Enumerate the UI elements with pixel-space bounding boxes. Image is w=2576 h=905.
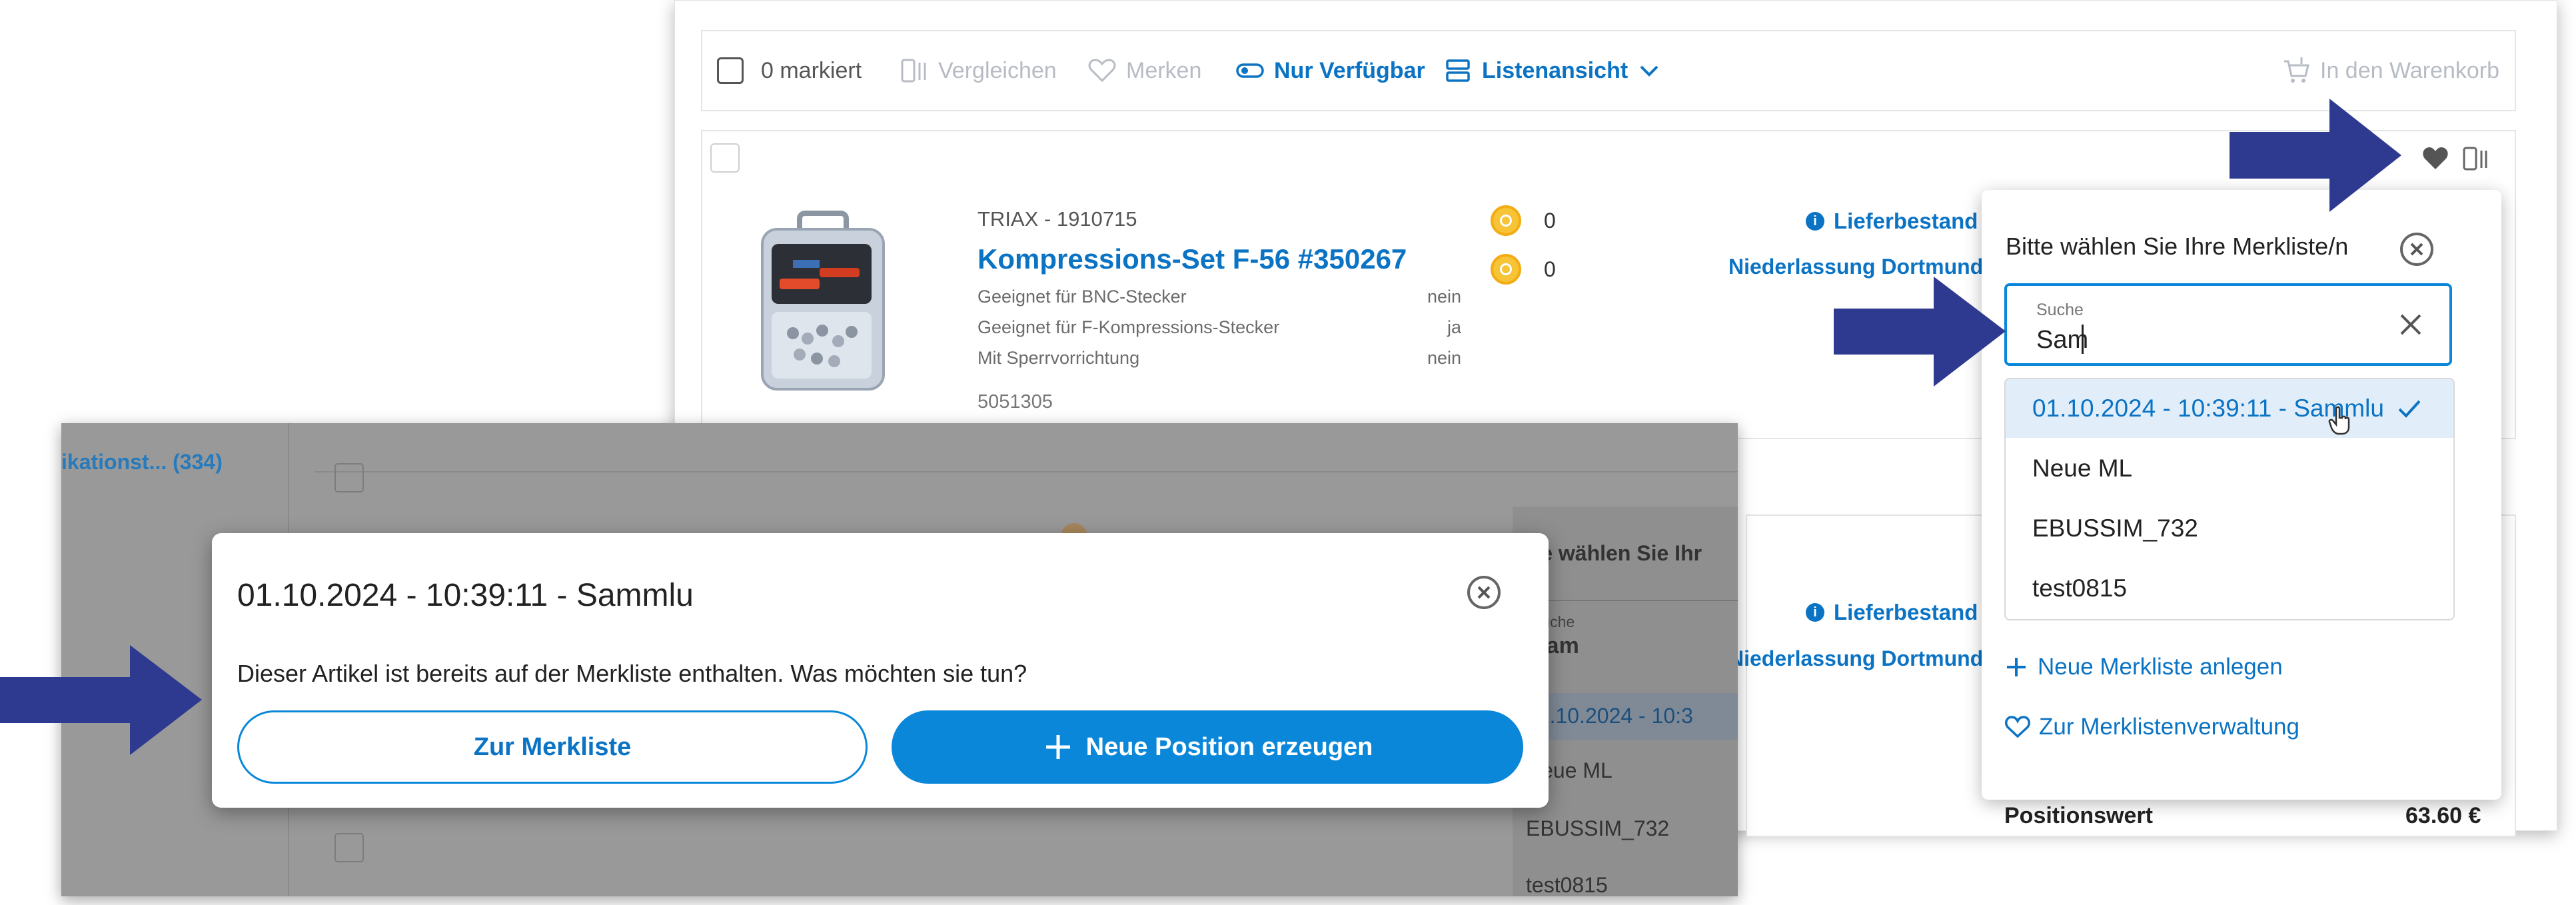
go-to-wishlist-button[interactable]: Zur Merkliste (237, 710, 868, 784)
only-available-toggle[interactable]: Nur Verfügbar (1235, 31, 1425, 110)
heart-icon (1088, 59, 1116, 83)
arrow-icon (2230, 99, 2401, 212)
close-circle-icon[interactable] (1467, 576, 1501, 609)
wishlist-popup: Bitte wählen Sie Ihre Merkliste/n Suche … (1982, 190, 2501, 800)
manage-lists-link[interactable]: Zur Merklistenverwaltung (2004, 714, 2299, 740)
coin-icon (1491, 254, 1521, 285)
compare-icon (901, 59, 926, 83)
feature-row: Mit Sperrvorrichtung nein (977, 348, 1461, 368)
info-icon: i (1806, 212, 1824, 231)
list-item[interactable]: EBUSSIM_732 (2006, 499, 2453, 558)
list-item[interactable]: Neue ML (2006, 439, 2453, 498)
list-view-icon (1446, 59, 1470, 82)
heart-icon (2005, 716, 2030, 738)
feature-list: Geeignet für BNC-Stecker nein Geeignet f… (977, 287, 1461, 379)
arrow-icon (0, 645, 202, 755)
feature-row: Geeignet für F-Kompressions-Stecker ja (977, 317, 1461, 337)
category-tab: ikationst... (334) (61, 450, 223, 474)
feature-row: Geeignet für BNC-Stecker nein (977, 287, 1461, 307)
text-cursor (2082, 325, 2084, 354)
product-image (753, 207, 893, 400)
position-value-label: Positionswert (2004, 803, 2153, 828)
remember-button[interactable]: Merken (1087, 31, 1201, 110)
info-icon: i (1806, 603, 1824, 622)
product-brand-sku: TRIAX - 1910715 (977, 207, 1137, 231)
compare-button[interactable]: Vergleichen (900, 31, 1057, 110)
branch-name[interactable]: Niederlassung Dortmund (1728, 255, 1983, 279)
checkbox-icon (334, 463, 364, 492)
availability-link[interactable]: i Lieferbestand (1806, 209, 1978, 234)
stock-row: 0 (1491, 205, 1556, 236)
marked-count: 0 markiert (761, 57, 862, 83)
heart-icon[interactable] (2421, 145, 2449, 172)
stock-row: 0 (1491, 254, 1556, 285)
chevron-down-icon (1640, 65, 1658, 77)
search-input[interactable]: Suche Sam (2004, 283, 2452, 366)
dialog-message: Dieser Artikel ist bereits auf der Merkl… (237, 660, 1027, 687)
position-value: 63.60 € (2405, 803, 2481, 828)
wishlist-options: 01.10.2024 - 10:39:11 - Sammlu Neue ML E… (2004, 378, 2455, 620)
popup-title: Bitte wählen Sie Ihre Merkliste/n (2006, 233, 2349, 260)
select-all[interactable]: 0 markiert (717, 31, 862, 110)
new-list-link[interactable]: Neue Merkliste anlegen (2004, 654, 2283, 680)
article-number: 5051305 (977, 391, 1053, 413)
list-item[interactable]: test0815 (2006, 559, 2453, 618)
list-view-dropdown[interactable]: Listenansicht (1445, 31, 1661, 110)
check-icon (2398, 400, 2421, 418)
hand-cursor-icon (2328, 406, 2350, 435)
product-checkbox[interactable] (710, 143, 740, 173)
list-item[interactable]: 01.10.2024 - 10:39:11 - Sammlu (2006, 379, 2453, 438)
checkbox-icon (334, 833, 364, 862)
dialog-title: 01.10.2024 - 10:39:11 - Sammlu (237, 578, 694, 613)
product-name-link[interactable]: Kompressions-Set F-56 #350267 (977, 243, 1407, 275)
duplicate-item-dialog: 01.10.2024 - 10:39:11 - Sammlu Dieser Ar… (212, 533, 1549, 808)
close-circle-icon[interactable] (2400, 233, 2433, 266)
clear-icon[interactable] (2395, 309, 2427, 341)
coin-icon (1491, 205, 1521, 236)
availability-link[interactable]: i Lieferbestand (1806, 600, 1978, 625)
checkbox-icon[interactable] (717, 57, 744, 84)
toggle-icon (1236, 63, 1264, 78)
plus-icon (2007, 658, 2026, 676)
arrow-icon (1834, 277, 2006, 387)
plus-icon (1045, 735, 1070, 759)
cart-icon (2284, 57, 2309, 83)
compare-icon[interactable] (2461, 144, 2491, 173)
create-position-button[interactable]: Neue Position erzeugen (892, 710, 1523, 784)
